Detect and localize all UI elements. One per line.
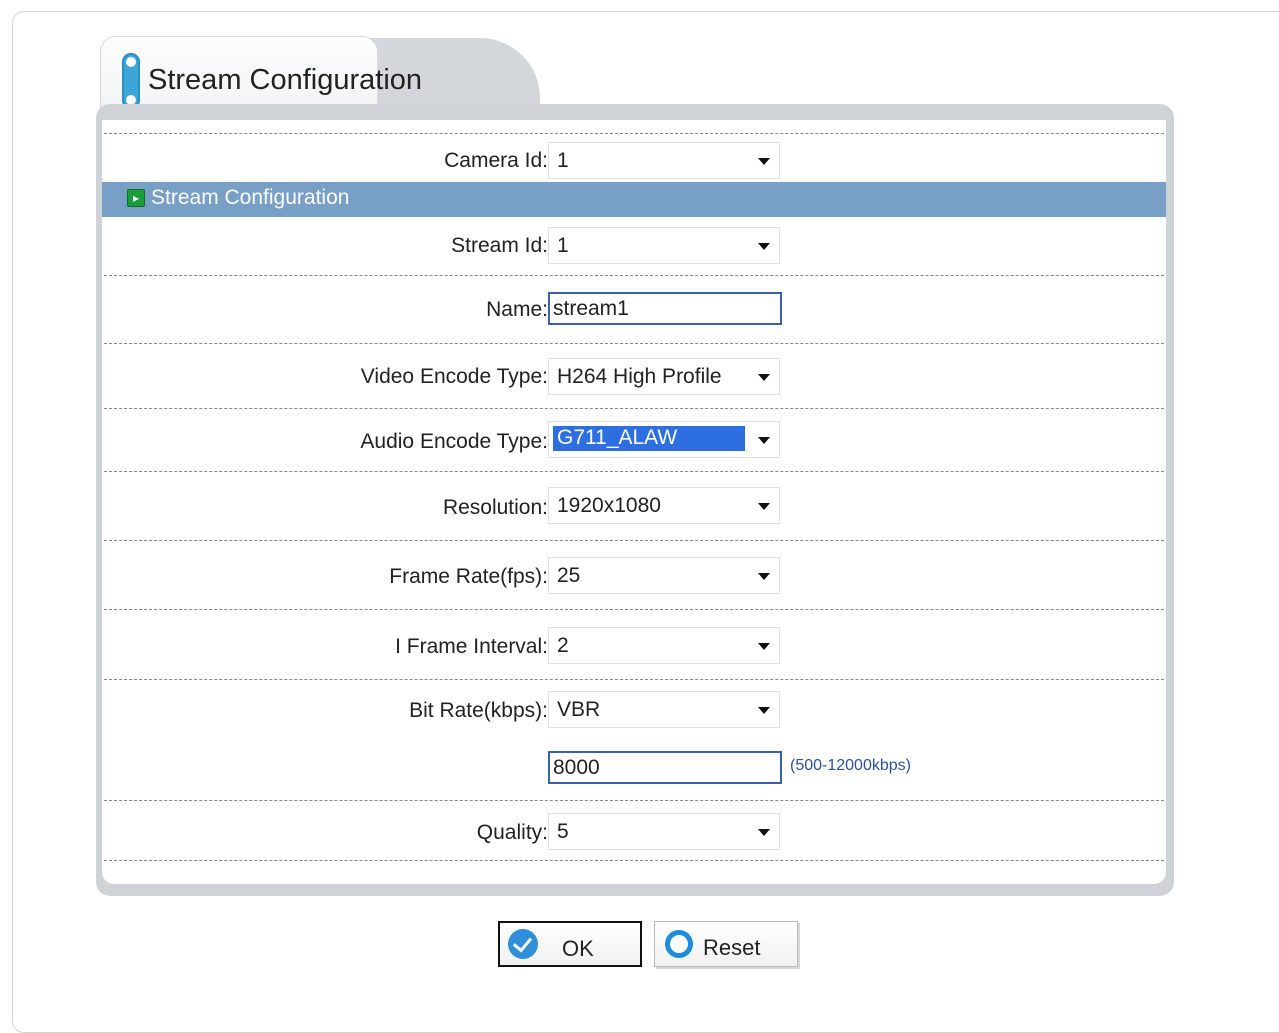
chevron-down-icon <box>758 158 770 165</box>
divider <box>104 343 1164 344</box>
divider <box>104 471 1164 472</box>
chevron-down-icon <box>758 829 770 836</box>
divider <box>104 540 1164 541</box>
chevron-down-icon <box>758 437 770 444</box>
audio-encode-type-value: G711_ALAW <box>557 426 678 449</box>
audio-encode-type-select[interactable]: G711_ALAW <box>548 421 780 458</box>
audio-encode-type-label: Audio Encode Type: <box>360 430 548 453</box>
quality-label: Quality: <box>476 821 548 844</box>
tab-title: Stream Configuration <box>148 64 423 96</box>
bit-rate-value: 8000 <box>553 756 600 779</box>
camera-id-label: Camera Id: <box>444 149 548 172</box>
quality-select[interactable]: 5 <box>548 813 780 850</box>
section-title: Stream Configuration <box>151 186 350 209</box>
camera-id-select[interactable]: 1 <box>548 142 780 179</box>
divider <box>104 408 1164 409</box>
chevron-down-icon <box>758 573 770 580</box>
name-input[interactable]: stream1 <box>548 292 782 325</box>
resolution-label: Resolution: <box>442 496 548 519</box>
reset-button-label: Reset <box>703 935 761 960</box>
name-value: stream1 <box>553 297 629 320</box>
bit-rate-mode-value: VBR <box>557 698 601 721</box>
i-frame-interval-value: 2 <box>557 634 569 657</box>
divider <box>104 860 1164 861</box>
frame-rate-label: Frame Rate(fps): <box>389 565 548 588</box>
resolution-select[interactable]: 1920x1080 <box>548 487 780 524</box>
bit-rate-label: Bit Rate(kbps): <box>409 699 548 722</box>
chevron-down-icon <box>758 243 770 250</box>
chevron-down-icon <box>758 643 770 650</box>
chevron-down-icon <box>758 707 770 714</box>
video-encode-type-value: H264 High Profile <box>557 365 722 388</box>
video-encode-type-label: Video Encode Type: <box>360 365 548 388</box>
resolution-value: 1920x1080 <box>557 494 661 517</box>
divider <box>104 609 1164 610</box>
divider <box>104 800 1164 801</box>
bit-rate-range-hint: (500-12000kbps) <box>790 757 911 774</box>
camera-id-value: 1 <box>557 149 569 172</box>
tab-marker-icon <box>122 53 140 109</box>
check-icon <box>508 929 538 959</box>
frame-rate-select[interactable]: 25 <box>548 557 780 594</box>
i-frame-interval-label: I Frame Interval: <box>395 635 548 658</box>
play-icon: ▸ <box>127 189 145 207</box>
video-encode-type-select[interactable]: H264 High Profile <box>548 358 780 395</box>
name-label: Name: <box>486 298 548 321</box>
divider <box>104 275 1164 276</box>
i-frame-interval-select[interactable]: 2 <box>548 627 780 664</box>
chevron-down-icon <box>758 503 770 510</box>
divider <box>104 679 1164 680</box>
stream-id-value: 1 <box>557 234 569 257</box>
ok-button[interactable]: OK <box>498 921 642 967</box>
ok-button-label: OK <box>562 936 594 961</box>
stream-id-label: Stream Id: <box>451 234 548 257</box>
bit-rate-input[interactable]: 8000 <box>548 751 782 784</box>
stream-id-select[interactable]: 1 <box>548 227 780 264</box>
quality-value: 5 <box>557 820 569 843</box>
frame-rate-value: 25 <box>557 564 581 587</box>
reset-button[interactable]: Reset <box>654 921 798 967</box>
divider <box>104 133 1164 134</box>
bit-rate-mode-select[interactable]: VBR <box>548 691 780 728</box>
chevron-down-icon <box>758 374 770 381</box>
reset-icon <box>665 930 693 958</box>
